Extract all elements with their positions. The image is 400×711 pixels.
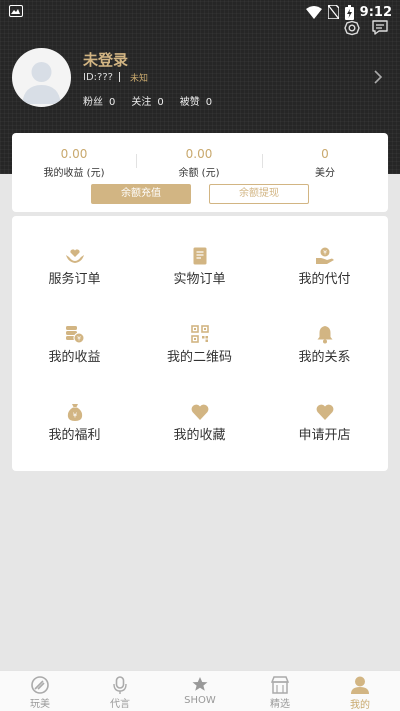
tab-daiyan[interactable]: 代言 xyxy=(80,671,160,711)
menu-my-payments[interactable]: ¥ 我的代付 xyxy=(262,216,387,287)
heart-icon xyxy=(316,404,334,420)
store-icon xyxy=(270,676,290,694)
heart-hand-icon xyxy=(66,249,84,263)
document-icon xyxy=(193,247,207,265)
user-id-row: ID:??? 未知 xyxy=(83,71,148,84)
tab-show[interactable]: SHOW xyxy=(160,671,240,711)
money-hand-icon: ¥ xyxy=(316,247,334,264)
settings-icon[interactable] xyxy=(343,19,361,37)
star-icon xyxy=(192,677,208,691)
svg-text:¥: ¥ xyxy=(73,412,78,420)
stat-following[interactable]: 关注 0 xyxy=(131,93,163,108)
wallet-divider xyxy=(136,154,137,168)
no-sim-icon xyxy=(327,5,339,19)
wallet-card: 0.00 我的收益 (元) 0.00 余额 (元) 0 美分 余额充值 余额提现 xyxy=(12,133,388,212)
menu-my-welfare[interactable]: ¥ 我的福利 xyxy=(12,372,137,443)
wifi-icon xyxy=(305,5,322,19)
menu-open-store[interactable]: 申请开店 xyxy=(262,372,387,443)
wallet-income[interactable]: 0.00 我的收益 (元) xyxy=(14,147,134,179)
withdraw-button[interactable]: 余额提现 xyxy=(209,184,309,204)
user-icon xyxy=(351,676,369,694)
menu-my-relations[interactable]: 我的关系 xyxy=(262,294,387,365)
svg-text:¥: ¥ xyxy=(323,250,327,257)
wallet-divider xyxy=(262,154,263,168)
tab-jingxuan[interactable]: 精选 xyxy=(240,671,320,711)
image-notification-icon xyxy=(9,5,23,17)
status-bar: 9:12 xyxy=(0,0,400,24)
id-divider xyxy=(118,72,120,82)
tab-mine[interactable]: 我的 xyxy=(320,671,400,711)
coins-icon: ¥ xyxy=(66,326,85,344)
menu-physical-orders[interactable]: 实物订单 xyxy=(137,216,262,287)
chevron-right-icon[interactable] xyxy=(373,69,383,85)
wallet-balance[interactable]: 0.00 余额 (元) xyxy=(139,147,259,179)
menu-my-qr-code[interactable]: 我的二维码 xyxy=(137,294,262,365)
bell-icon xyxy=(317,326,333,344)
qr-code-icon xyxy=(191,325,209,343)
wallet-cents[interactable]: 0 美分 xyxy=(265,147,385,179)
message-icon[interactable] xyxy=(371,19,389,37)
heart-icon xyxy=(191,404,209,420)
bottom-tab-bar: 玩美 代言 SHOW 精选 我的 xyxy=(0,670,400,711)
microphone-icon xyxy=(113,676,127,694)
menu-my-favorites[interactable]: 我的收藏 xyxy=(137,372,262,443)
menu-my-income[interactable]: ¥ 我的收益 xyxy=(12,294,137,365)
user-id: ID:??? xyxy=(83,71,113,83)
menu-service-orders[interactable]: 服务订单 xyxy=(12,216,137,287)
clock: 9:12 xyxy=(359,4,392,20)
money-bag-icon: ¥ xyxy=(67,404,83,421)
brush-icon xyxy=(31,676,49,694)
menu-grid: 服务订单 实物订单 ¥ 我的代付 ¥ 我的收益 我的二维码 我的关系 ¥ 我的福… xyxy=(12,216,388,471)
follow-stats: 粉丝 0 关注 0 被赞 0 xyxy=(83,93,212,108)
user-name[interactable]: 未登录 xyxy=(83,49,128,70)
stat-fans[interactable]: 粉丝 0 xyxy=(83,93,115,108)
user-gender: 未知 xyxy=(129,73,148,84)
tab-wanmei[interactable]: 玩美 xyxy=(0,671,80,711)
avatar[interactable] xyxy=(12,48,71,107)
stat-likes[interactable]: 被赞 0 xyxy=(180,93,212,108)
recharge-button[interactable]: 余额充值 xyxy=(91,184,191,204)
battery-charging-icon xyxy=(344,4,354,20)
svg-text:¥: ¥ xyxy=(77,336,81,343)
